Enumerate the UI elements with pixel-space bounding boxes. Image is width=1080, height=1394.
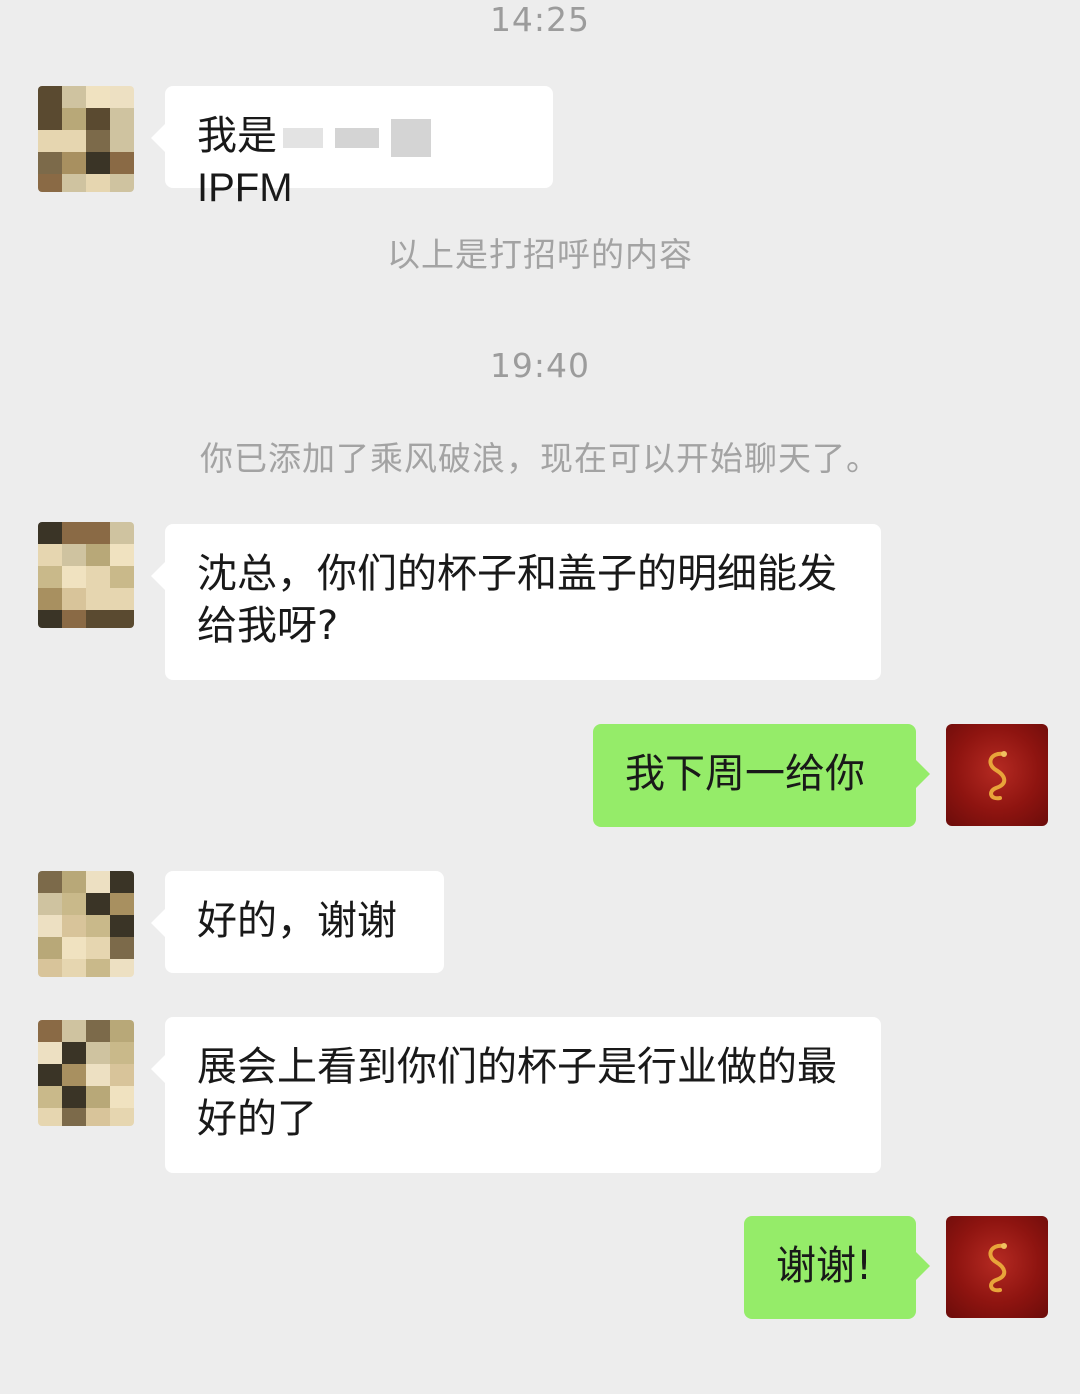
- message-bubble-incoming[interactable]: 展会上看到你们的杯子是行业做的最好的了: [151, 1017, 881, 1173]
- contact-avatar[interactable]: [38, 522, 134, 628]
- contact-avatar[interactable]: [38, 86, 134, 192]
- redacted-text: [391, 119, 431, 157]
- message-bubble-incoming[interactable]: 沈总，你们的杯子和盖子的明细能发给我呀?: [151, 524, 881, 680]
- system-message: 以上是打招呼的内容: [387, 235, 693, 274]
- chat-area: 14:25 我是 IPFM 以上是打招呼的内容 19:40 你已添加了乘风破浪，…: [0, 0, 1080, 1394]
- message-text: 我是: [197, 113, 277, 159]
- timestamp: 14:25: [489, 0, 591, 39]
- message-text: 展会上看到你们的杯子是行业做的最好的了: [197, 1044, 837, 1142]
- redacted-text: [283, 128, 323, 148]
- message-bubble-outgoing[interactable]: 我下周一给你: [593, 724, 930, 827]
- system-message: 你已添加了乘风破浪，现在可以开始聊天了。: [200, 439, 880, 478]
- contact-avatar[interactable]: [38, 871, 134, 977]
- message-text: 好的，谢谢: [197, 898, 397, 944]
- message-bubble-incoming[interactable]: 好的，谢谢: [151, 871, 444, 973]
- message-text: 沈总，你们的杯子和盖子的明细能发给我呀?: [197, 551, 837, 649]
- my-avatar[interactable]: [946, 724, 1048, 826]
- message-text: 我下周一给你: [625, 751, 865, 797]
- message-bubble-outgoing[interactable]: 谢谢!: [744, 1216, 930, 1319]
- timestamp: 19:40: [489, 346, 591, 385]
- message-text: IPFM: [197, 166, 293, 210]
- dragon-icon: [988, 751, 1007, 801]
- message-bubble-incoming[interactable]: 我是 IPFM: [151, 86, 553, 210]
- redacted-text: [335, 128, 379, 148]
- my-avatar[interactable]: [946, 1216, 1048, 1318]
- contact-avatar[interactable]: [38, 1020, 134, 1126]
- message-text: 谢谢!: [776, 1243, 873, 1289]
- dragon-icon: [988, 1243, 1007, 1293]
